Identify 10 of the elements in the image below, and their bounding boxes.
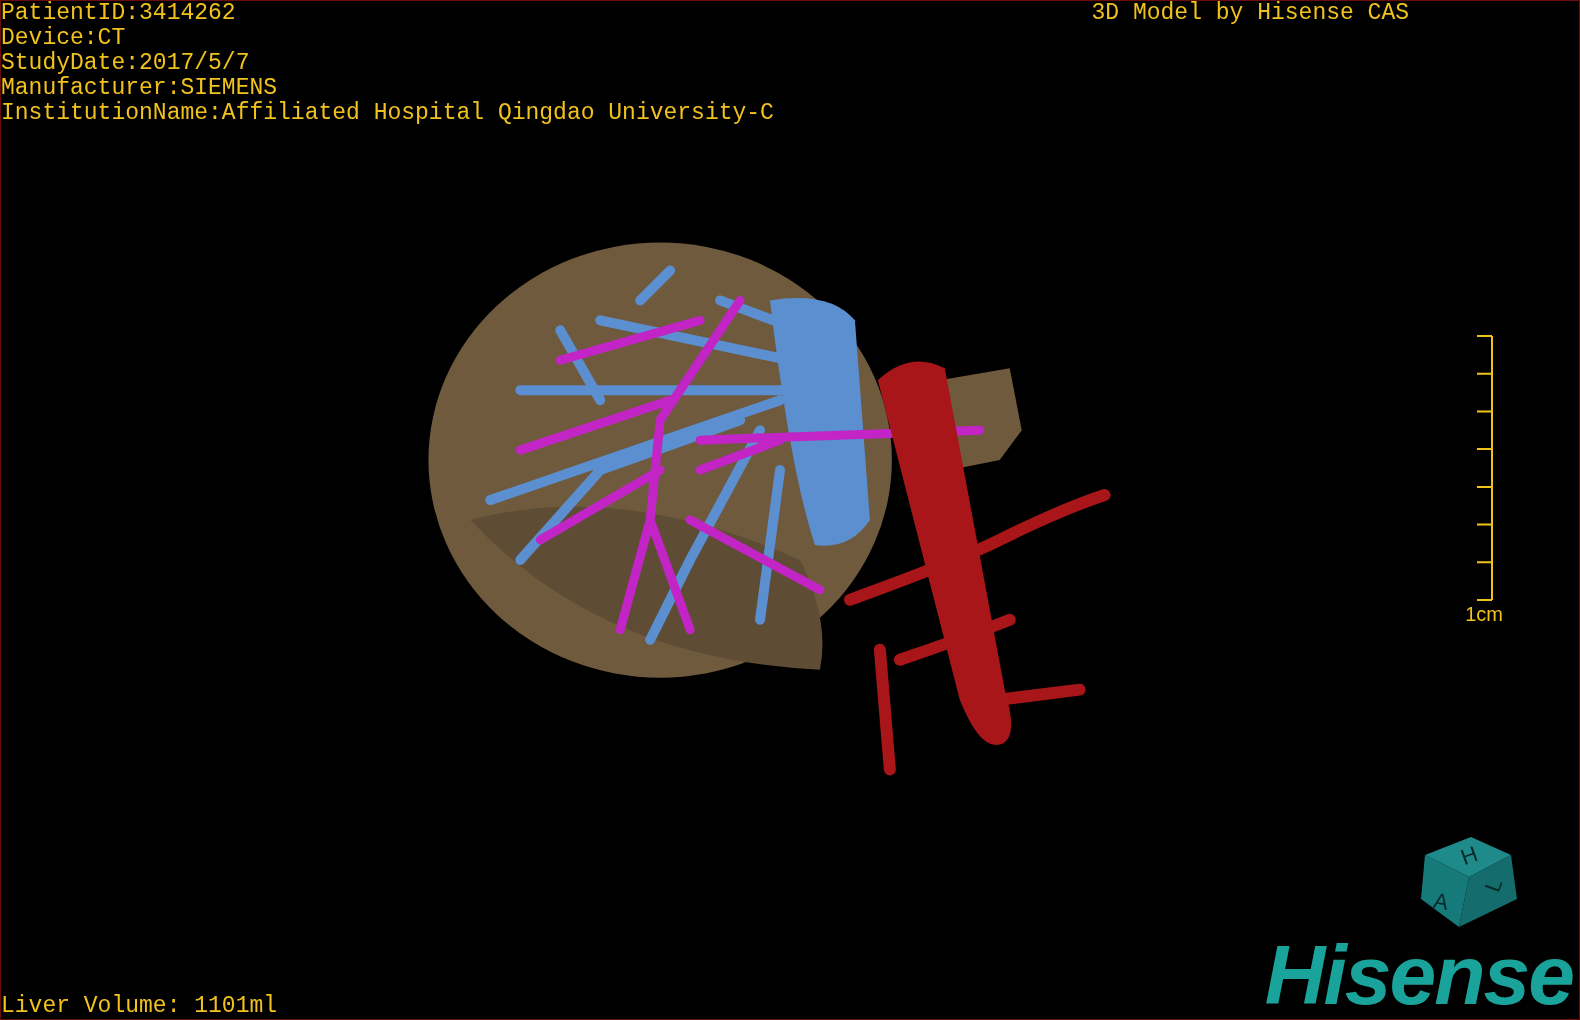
model-credit: 3D Model by Hisense CAS bbox=[1091, 1, 1409, 26]
orientation-cube[interactable]: H A L bbox=[1419, 833, 1519, 929]
study-info-line: PatientID:3414262 bbox=[1, 1, 237, 26]
liver-volume: Liver Volume: 1101ml bbox=[1, 994, 278, 1019]
study-info-line: InstitutionName:Affiliated Hospital Qingdao University-C bbox=[1, 101, 774, 126]
study-info-line: Manufacturer:SIEMENS bbox=[1, 76, 279, 101]
scale-label: 1cm bbox=[1465, 602, 1503, 625]
hisense-logo: Hisense bbox=[1264, 935, 1573, 1015]
study-info-line: Device:CT bbox=[1, 26, 127, 51]
study-info-line: StudyDate:2017/5/7 bbox=[1, 51, 251, 76]
